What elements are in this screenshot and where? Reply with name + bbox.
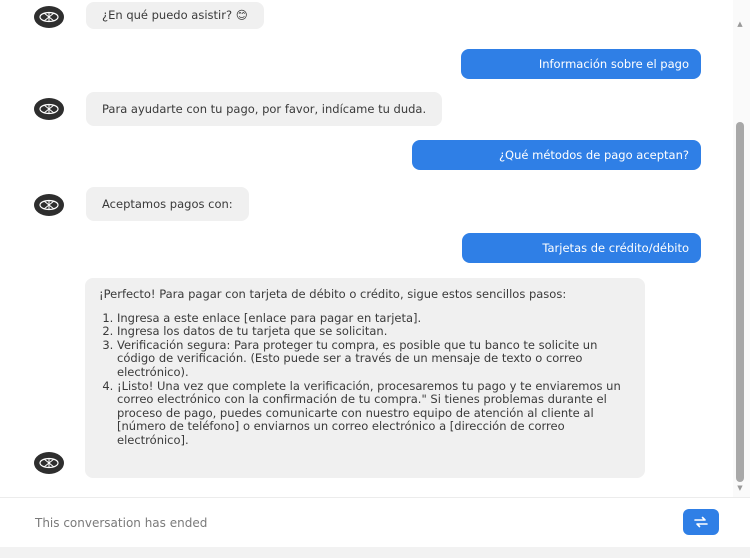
payment-steps-list: Ingresa a este enlace [enlace para pagar… xyxy=(99,311,631,448)
restart-arrows-icon xyxy=(694,516,708,528)
conversation-status: This conversation has ended xyxy=(35,516,208,530)
user-message: ¿Qué métodos de pago aceptan? xyxy=(412,140,701,170)
payment-steps-intro: ¡Perfecto! Para pagar con tarjeta de déb… xyxy=(99,287,567,301)
bot-message: Aceptamos pagos con: xyxy=(86,187,249,221)
payment-step: Verificación segura: Para proteger tu co… xyxy=(117,338,631,380)
bot-avatar-icon xyxy=(34,194,64,216)
bot-message-payment-steps: ¡Perfecto! Para pagar con tarjeta de déb… xyxy=(85,278,645,478)
payment-step: ¡Listo! Una vez que complete la verifica… xyxy=(117,379,631,448)
bot-message: Para ayudarte con tu pago, por favor, in… xyxy=(86,92,443,126)
scroll-down-arrow-icon[interactable]: ▼ xyxy=(736,484,744,492)
bottom-strip xyxy=(0,547,750,558)
bot-message: ¿En qué puedo asistir? 😊 xyxy=(86,2,264,29)
chat-transcript: ¿En qué puedo asistir? 😊 Información sob… xyxy=(0,0,733,497)
scroll-up-arrow-icon[interactable]: ▲ xyxy=(736,20,744,28)
payment-step: Ingresa los datos de tu tarjeta que se s… xyxy=(117,325,631,339)
user-message: Tarjetas de crédito/débito xyxy=(462,233,701,263)
bot-avatar-icon xyxy=(34,98,64,120)
restart-button[interactable] xyxy=(683,509,719,535)
scrollbar-thumb[interactable] xyxy=(736,122,744,482)
bot-avatar-icon xyxy=(34,6,64,28)
user-message: Información sobre el pago xyxy=(461,49,701,79)
payment-step: Ingresa a este enlace [enlace para pagar… xyxy=(117,311,631,326)
bot-avatar-icon xyxy=(34,452,64,474)
